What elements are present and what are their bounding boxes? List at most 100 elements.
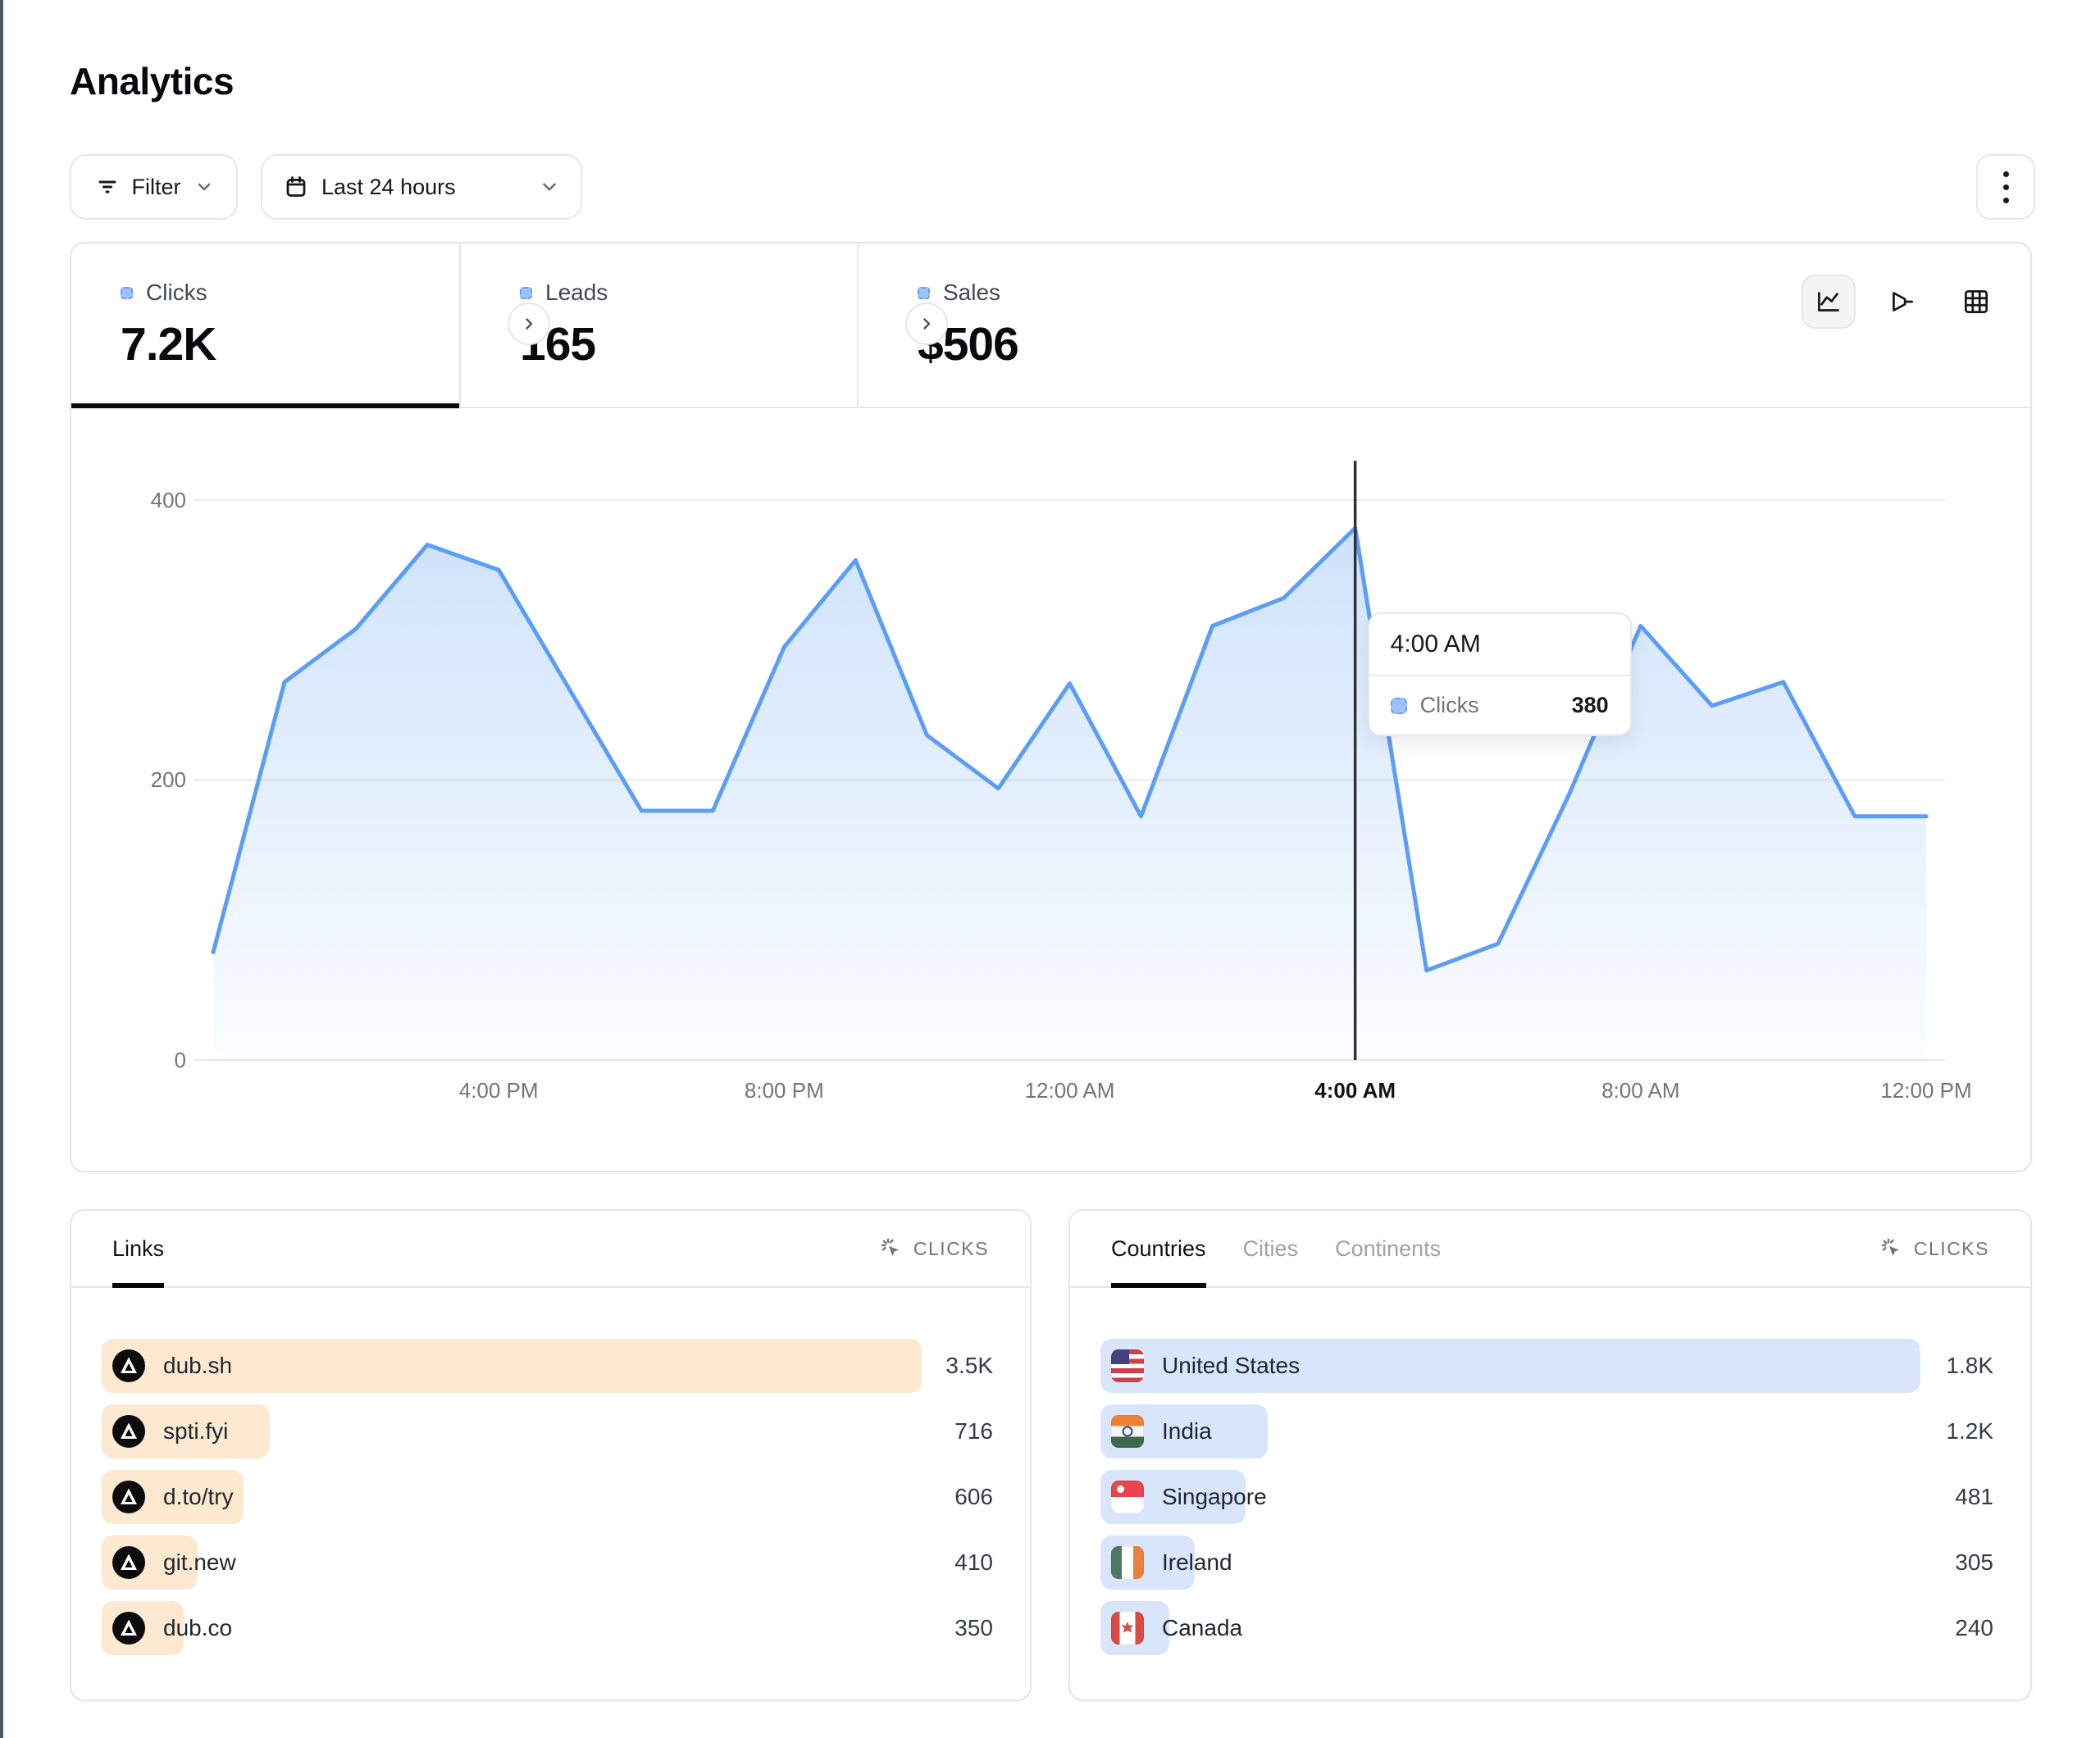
kebab-menu-icon [2003, 171, 2009, 177]
links-panel: Links CLICKS dub.sh 3.5K [70, 1209, 1032, 1701]
country-label: United States [1162, 1353, 1300, 1379]
clicks-tab-value: 7.2K [121, 317, 459, 371]
link-label: git.new [163, 1549, 236, 1576]
country-value: 481 [1955, 1484, 1993, 1510]
link-row[interactable]: spti.fyi 716 [102, 1404, 993, 1458]
link-label: dub.co [163, 1615, 232, 1641]
link-row[interactable]: git.new 410 [102, 1536, 993, 1590]
cursor-click-icon [1879, 1236, 1904, 1261]
link-value: 606 [954, 1484, 993, 1510]
filter-icon [95, 175, 120, 199]
x-axis-label: 4:00 PM [408, 1078, 589, 1103]
leads-tab-label: Leads [545, 280, 608, 306]
tab-cities[interactable]: Cities [1243, 1211, 1299, 1286]
link-row[interactable]: d.to/try 606 [102, 1470, 993, 1524]
country-label: India [1162, 1418, 1212, 1445]
link-value: 3.5K [945, 1353, 993, 1379]
leads-tab-value: 165 [520, 317, 857, 371]
clicks-legend-chip-icon [121, 287, 133, 299]
date-range-label: Last 24 hours [321, 175, 456, 200]
link-value: 410 [954, 1549, 993, 1576]
x-axis-label: 12:00 PM [1836, 1078, 2016, 1103]
tab-links[interactable]: Links [112, 1211, 164, 1286]
tab-continents[interactable]: Continents [1335, 1211, 1441, 1286]
links-list: dub.sh 3.5K spti.fyi 716 d.to/try 606 [71, 1339, 1030, 1655]
link-label: d.to/try [163, 1484, 234, 1510]
flag-canada-icon [1111, 1612, 1144, 1645]
more-options-button[interactable] [1976, 154, 2035, 220]
calendar-icon [284, 175, 308, 199]
cursor-click-icon [879, 1236, 904, 1261]
page-title: Analytics [70, 59, 234, 103]
countries-panel: Countries Cities Continents CLICKS Unite… [1068, 1209, 2032, 1701]
x-axis-label: 8:00 PM [694, 1078, 874, 1103]
y-axis-label: 400 [71, 485, 186, 516]
clicks-area-chart[interactable] [194, 461, 1945, 1060]
stats-tab-row: Clicks 7.2K Leads 165 Sales $506 [71, 243, 2030, 408]
flag-ireland-icon [1111, 1546, 1144, 1579]
analytics-chart-card: Clicks 7.2K Leads 165 Sales $506 [70, 242, 2032, 1172]
line-chart-icon [1813, 286, 1844, 317]
filter-button[interactable]: Filter [70, 154, 238, 220]
country-row[interactable]: Singapore 481 [1100, 1470, 1993, 1524]
chevron-down-icon [540, 177, 559, 197]
dub-logo-icon [112, 1546, 145, 1579]
expand-clicks-button[interactable] [508, 303, 550, 345]
country-row[interactable]: Canada 240 [1100, 1601, 1993, 1655]
date-range-button[interactable]: Last 24 hours [261, 154, 582, 220]
links-metric-label: CLICKS [913, 1238, 989, 1260]
clicks-area [213, 528, 1926, 1060]
dub-logo-icon [112, 1349, 145, 1382]
x-axis-label: 8:00 AM [1551, 1078, 1731, 1103]
country-value: 1.2K [1946, 1418, 1993, 1445]
link-value: 716 [954, 1418, 993, 1445]
link-row[interactable]: dub.sh 3.5K [102, 1339, 993, 1393]
line-chart-view-button[interactable] [1802, 275, 1856, 329]
link-row[interactable]: dub.co 350 [102, 1601, 993, 1655]
country-row[interactable]: India 1.2K [1100, 1404, 1993, 1458]
expand-leads-button[interactable] [905, 303, 948, 345]
chart-tooltip: 4:00 AM Clicks 380 [1368, 612, 1632, 736]
table-view-button[interactable] [1949, 275, 2003, 329]
countries-metric-label: CLICKS [1914, 1238, 1989, 1260]
y-axis-label: 200 [71, 764, 186, 795]
link-label: spti.fyi [163, 1418, 228, 1445]
country-row[interactable]: Ireland 305 [1100, 1536, 1993, 1590]
dub-logo-icon [112, 1612, 145, 1645]
country-value: 240 [1955, 1615, 1993, 1641]
countries-metric-selector[interactable]: CLICKS [1879, 1211, 1989, 1286]
link-value: 350 [954, 1615, 993, 1641]
country-row[interactable]: United States 1.8K [1100, 1339, 1993, 1393]
country-label: Ireland [1162, 1549, 1232, 1576]
tooltip-value: 380 [1572, 693, 1609, 718]
dub-logo-icon [112, 1481, 145, 1513]
links-metric-selector[interactable]: CLICKS [879, 1211, 989, 1286]
country-label: Singapore [1162, 1484, 1267, 1510]
country-value: 1.8K [1946, 1353, 1993, 1379]
dub-logo-icon [112, 1415, 145, 1448]
tab-clicks[interactable]: Clicks 7.2K [71, 243, 459, 407]
link-label: dub.sh [163, 1353, 232, 1379]
chevron-right-icon [919, 316, 934, 331]
countries-list: United States 1.8K India 1.2K Singapore … [1070, 1339, 2030, 1655]
y-axis-label: 0 [71, 1044, 186, 1076]
country-value: 305 [1955, 1549, 1993, 1576]
sales-legend-chip-icon [918, 287, 930, 299]
page-left-edge-strip [0, 0, 3, 1738]
chart-view-toggles [1802, 275, 2003, 329]
filter-button-label: Filter [132, 175, 181, 200]
flag-us-icon [1111, 1349, 1144, 1382]
tab-countries[interactable]: Countries [1111, 1211, 1206, 1286]
grid-table-icon [1961, 286, 1992, 317]
analytics-page: Analytics Filter Last 24 hours [0, 0, 2100, 1738]
funnel-icon [1887, 286, 1918, 317]
funnel-view-button[interactable] [1875, 275, 1929, 329]
chevron-down-icon [195, 178, 213, 196]
country-label: Canada [1162, 1615, 1242, 1641]
x-axis-label: 12:00 AM [980, 1078, 1160, 1103]
x-axis-label: 4:00 AM [1265, 1078, 1446, 1103]
tooltip-metric-label: Clicks [1420, 693, 1479, 718]
flag-singapore-icon [1111, 1481, 1144, 1513]
leads-legend-chip-icon [520, 287, 532, 299]
clicks-legend-chip-icon [1391, 698, 1407, 714]
